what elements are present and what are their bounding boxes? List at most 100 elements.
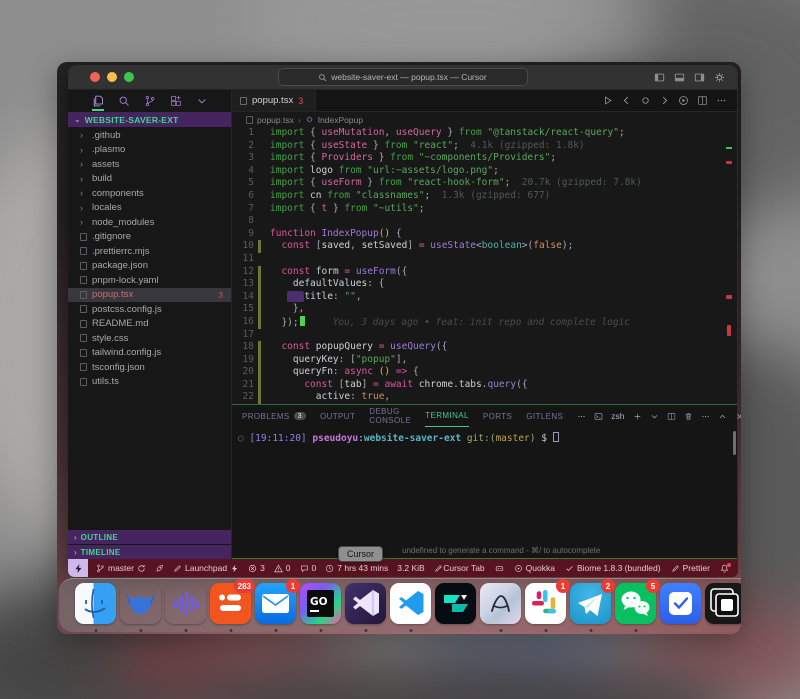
tree-item--gitignore[interactable]: .gitignore	[68, 230, 231, 245]
settings-gear-icon[interactable]	[714, 72, 725, 83]
source-control-tab-icon[interactable]	[144, 95, 156, 107]
tree-item-popup-tsx[interactable]: popup.tsx3	[68, 288, 231, 303]
biome[interactable]: Biome 1.8.3 (bundled)	[565, 563, 661, 573]
tree-item-build[interactable]: ›build	[68, 172, 231, 187]
copilot[interactable]	[495, 564, 504, 573]
dock-app-stacks[interactable]	[703, 583, 741, 633]
minimize-window-button[interactable]	[107, 72, 117, 82]
remote-indicator[interactable]	[68, 559, 88, 577]
tree-item-utils-ts[interactable]: utils.ts	[68, 375, 231, 390]
tab-popup-tsx[interactable]: popup.tsx 3	[232, 90, 316, 111]
launchpad[interactable]: Launchpad	[173, 563, 239, 573]
dock-app-goland[interactable]: GO	[298, 583, 343, 633]
tree-item-tailwind-config-js[interactable]: tailwind.config.js	[68, 346, 231, 361]
command-center[interactable]: website-saver-ext — popup.tsx — Cursor	[278, 68, 528, 86]
record-icon[interactable]	[640, 95, 651, 106]
tree-item-tsconfig-json[interactable]: tsconfig.json	[68, 360, 231, 375]
kill-terminal-icon[interactable]	[684, 412, 693, 421]
file-size[interactable]: 3.2 KiB	[397, 563, 424, 573]
dock-app-audio-app[interactable]	[163, 583, 208, 633]
problems-warnings[interactable]: 0	[274, 563, 291, 573]
dock-app-mail[interactable]: 1	[253, 583, 298, 633]
tree-item--plasmo[interactable]: ›.plasmo	[68, 143, 231, 158]
run-debug-icon[interactable]	[678, 95, 689, 106]
tree-item-pnpm-lock-yaml[interactable]: pnpm-lock.yaml	[68, 273, 231, 288]
breadcrumb-symbol[interactable]: IndexPopup	[318, 115, 363, 125]
tree-item-assets[interactable]: ›assets	[68, 157, 231, 172]
dock-app-fox-app[interactable]	[118, 583, 163, 633]
tree-item-label: README.md	[92, 318, 148, 329]
dock-app-warp[interactable]	[433, 583, 478, 633]
more-views-chevron-icon[interactable]	[196, 95, 208, 107]
panel-tab-output[interactable]: OUTPUT	[320, 405, 355, 427]
dock-app-reeder[interactable]: 283	[208, 583, 253, 633]
dock-app-cursor[interactable]	[343, 583, 388, 633]
terminal-more-icon[interactable]	[701, 412, 710, 421]
new-terminal-icon[interactable]	[633, 412, 642, 421]
dock-app-telegram[interactable]: 2	[568, 583, 613, 633]
search-tab-icon[interactable]	[118, 95, 130, 107]
tree-item-locales[interactable]: ›locales	[68, 201, 231, 216]
dock-app-things[interactable]	[658, 583, 703, 633]
dock-app-slack[interactable]: 1	[523, 583, 568, 633]
project-root-header[interactable]: ⌄ WEBSITE-SAVER-EXT	[68, 112, 231, 127]
extensions-tab-icon[interactable]	[170, 95, 182, 107]
tree-item-readme-md[interactable]: README.md	[68, 317, 231, 332]
overview-ruler[interactable]	[725, 127, 737, 404]
dock-tooltip: Cursor	[338, 546, 383, 562]
nav-back-icon[interactable]	[621, 95, 632, 106]
panel-more-icon[interactable]	[577, 412, 586, 421]
split-editor-icon[interactable]	[697, 95, 708, 106]
panel-tab-ports[interactable]: PORTS	[483, 405, 512, 427]
panel-tab-problems[interactable]: PROBLEMS3	[242, 405, 306, 427]
terminal[interactable]: ○ [19:11:20] pseudoyu:website-saver-ext …	[232, 427, 737, 558]
tree-item-package-json[interactable]: package.json	[68, 259, 231, 274]
quokka[interactable]: Quokka	[514, 563, 555, 573]
feedback[interactable]: 0	[300, 563, 317, 573]
outline-section-header[interactable]: › OUTLINE	[68, 530, 231, 544]
terminal-scrollbar[interactable]	[733, 431, 736, 455]
run-code-icon[interactable]	[602, 95, 613, 106]
tree-item--github[interactable]: ›.github	[68, 128, 231, 143]
toggle-panel-icon[interactable]	[674, 72, 685, 83]
code-editor[interactable]: 1import { useMutation, useQuery } from "…	[232, 127, 737, 404]
tree-item-components[interactable]: ›components	[68, 186, 231, 201]
tree-item-node-modules[interactable]: ›node_modules	[68, 215, 231, 230]
terminal-profiles-chevron-icon[interactable]	[650, 412, 659, 421]
panel-tab-terminal[interactable]: TERMINAL	[425, 405, 469, 427]
panel-tab-gitlens[interactable]: GITLENS	[526, 405, 563, 427]
dock-app-vscode[interactable]	[388, 583, 433, 633]
breadcrumb-file[interactable]: popup.tsx	[257, 115, 294, 125]
explorer-tab-icon[interactable]	[92, 95, 104, 107]
cursor-tab[interactable]: Cursor Tab	[443, 563, 484, 573]
toggle-secondary-sidebar-icon[interactable]	[694, 72, 705, 83]
notifications[interactable]	[720, 564, 729, 573]
dock-app-arc[interactable]	[478, 583, 523, 633]
tree-item--prettierrc-mjs[interactable]: .prettierrc.mjs	[68, 244, 231, 259]
toggle-primary-sidebar-icon[interactable]	[654, 72, 665, 83]
wakatime[interactable]: 7 hrs 43 mins	[325, 563, 388, 573]
panel-tabbar: PROBLEMS3 OUTPUT DEBUG CONSOLE TERMINAL PORT…	[232, 405, 737, 427]
tree-item-label: build	[92, 173, 112, 184]
launch-rocket[interactable]	[155, 564, 164, 573]
dock-app-finder[interactable]	[73, 583, 118, 633]
timeline-section-header[interactable]: › TIMELINE	[68, 545, 231, 559]
zoom-window-button[interactable]	[124, 72, 134, 82]
nav-forward-icon[interactable]	[659, 95, 670, 106]
shell-icon[interactable]	[594, 412, 603, 421]
panel-tab-debug-console[interactable]: DEBUG CONSOLE	[369, 405, 411, 427]
diff-gutter	[258, 291, 261, 304]
dock-app-wechat[interactable]: 5	[613, 583, 658, 633]
tree-item-postcss-config-js[interactable]: postcss.config.js	[68, 302, 231, 317]
problems-errors[interactable]: 3	[248, 563, 265, 573]
tree-item-style-css[interactable]: style.css	[68, 331, 231, 346]
diff-gutter	[258, 177, 261, 190]
close-panel-icon[interactable]	[735, 412, 741, 421]
breadcrumb[interactable]: popup.tsx › IndexPopup	[232, 112, 737, 127]
split-terminal-icon[interactable]	[667, 412, 676, 421]
close-window-button[interactable]	[90, 72, 100, 82]
git-branch[interactable]: master	[96, 563, 146, 573]
prettier[interactable]: Prettier	[671, 563, 710, 573]
more-actions-icon[interactable]	[716, 95, 727, 106]
maximize-panel-icon[interactable]	[718, 412, 727, 421]
